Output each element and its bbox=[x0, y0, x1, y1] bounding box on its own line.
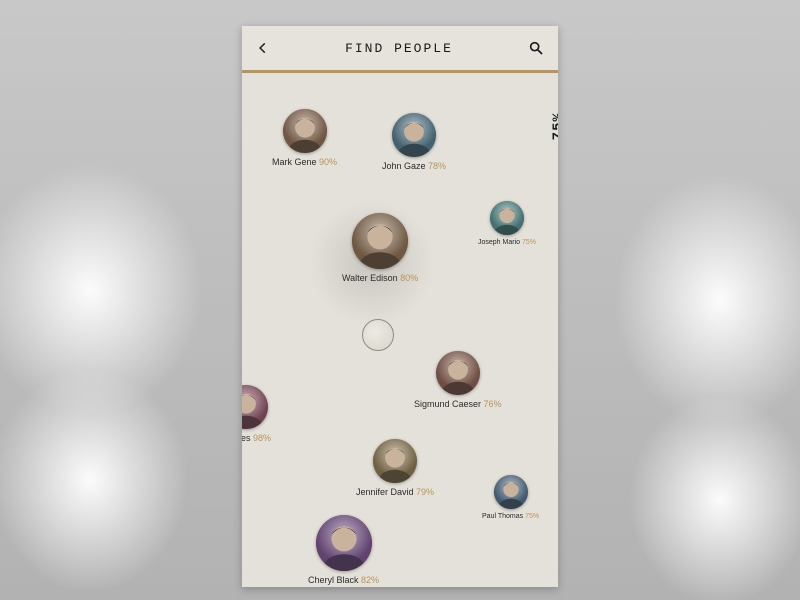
person-percent: 76% bbox=[484, 399, 502, 409]
person-label: Walter Edison 80% bbox=[342, 273, 418, 283]
avatar[interactable] bbox=[283, 109, 327, 153]
person-label: Paul Thomas 75% bbox=[482, 513, 539, 520]
person-name: Holmes bbox=[242, 433, 253, 443]
person-label: John Gaze 78% bbox=[382, 161, 446, 171]
person-name: Cheryl Black bbox=[308, 575, 361, 585]
person-node[interactable]: Joseph Mario 75% bbox=[478, 201, 536, 246]
person-percent: 75% bbox=[525, 513, 539, 520]
person-node[interactable]: Paul Thomas 75% bbox=[482, 475, 539, 520]
shared-taste-badge: 75% SHARED TASTE bbox=[550, 95, 558, 157]
avatar[interactable] bbox=[316, 515, 372, 571]
person-name: Jennifer David bbox=[356, 487, 416, 497]
phone-frame: FIND PEOPLE 75% SHARED TASTE Mark Gene 9… bbox=[242, 26, 558, 587]
person-percent: 79% bbox=[416, 487, 434, 497]
person-label: Holmes 98% bbox=[242, 433, 271, 443]
avatar[interactable] bbox=[373, 439, 417, 483]
person-node[interactable]: Holmes 98% bbox=[242, 385, 271, 443]
person-name: Walter Edison bbox=[342, 273, 400, 283]
person-node[interactable]: John Gaze 78% bbox=[382, 113, 446, 171]
person-node[interactable]: Cheryl Black 82% bbox=[308, 515, 379, 585]
person-percent: 90% bbox=[319, 157, 337, 167]
person-percent: 98% bbox=[253, 433, 271, 443]
person-label: Cheryl Black 82% bbox=[308, 575, 379, 585]
avatar[interactable] bbox=[436, 351, 480, 395]
search-icon[interactable] bbox=[528, 40, 544, 56]
person-percent: 75% bbox=[522, 239, 536, 246]
person-node[interactable]: Sigmund Caeser 76% bbox=[414, 351, 502, 409]
back-icon[interactable] bbox=[256, 41, 270, 55]
person-label: Sigmund Caeser 76% bbox=[414, 399, 502, 409]
person-node[interactable]: Jennifer David 79% bbox=[356, 439, 434, 497]
person-percent: 78% bbox=[428, 161, 446, 171]
person-name: Sigmund Caeser bbox=[414, 399, 484, 409]
person-label: Mark Gene 90% bbox=[272, 157, 337, 167]
person-percent: 80% bbox=[400, 273, 418, 283]
center-ring bbox=[362, 319, 394, 351]
avatar[interactable] bbox=[392, 113, 436, 157]
person-node[interactable]: Mark Gene 90% bbox=[272, 109, 337, 167]
header-bar: FIND PEOPLE bbox=[242, 26, 558, 70]
person-name: Paul Thomas bbox=[482, 513, 525, 520]
person-label: Jennifer David 79% bbox=[356, 487, 434, 497]
person-node[interactable]: Walter Edison 80% bbox=[342, 213, 418, 283]
person-name: Mark Gene bbox=[272, 157, 319, 167]
avatar[interactable] bbox=[352, 213, 408, 269]
people-canvas[interactable]: 75% SHARED TASTE Mark Gene 90% John Gaze… bbox=[242, 73, 558, 587]
avatar[interactable] bbox=[242, 385, 268, 429]
person-name: John Gaze bbox=[382, 161, 428, 171]
person-label: Joseph Mario 75% bbox=[478, 239, 536, 246]
person-percent: 82% bbox=[361, 575, 379, 585]
page-title: FIND PEOPLE bbox=[270, 41, 528, 56]
avatar[interactable] bbox=[490, 201, 524, 235]
shared-taste-percent: 75% bbox=[550, 95, 558, 157]
avatar[interactable] bbox=[494, 475, 528, 509]
person-name: Joseph Mario bbox=[478, 239, 522, 246]
